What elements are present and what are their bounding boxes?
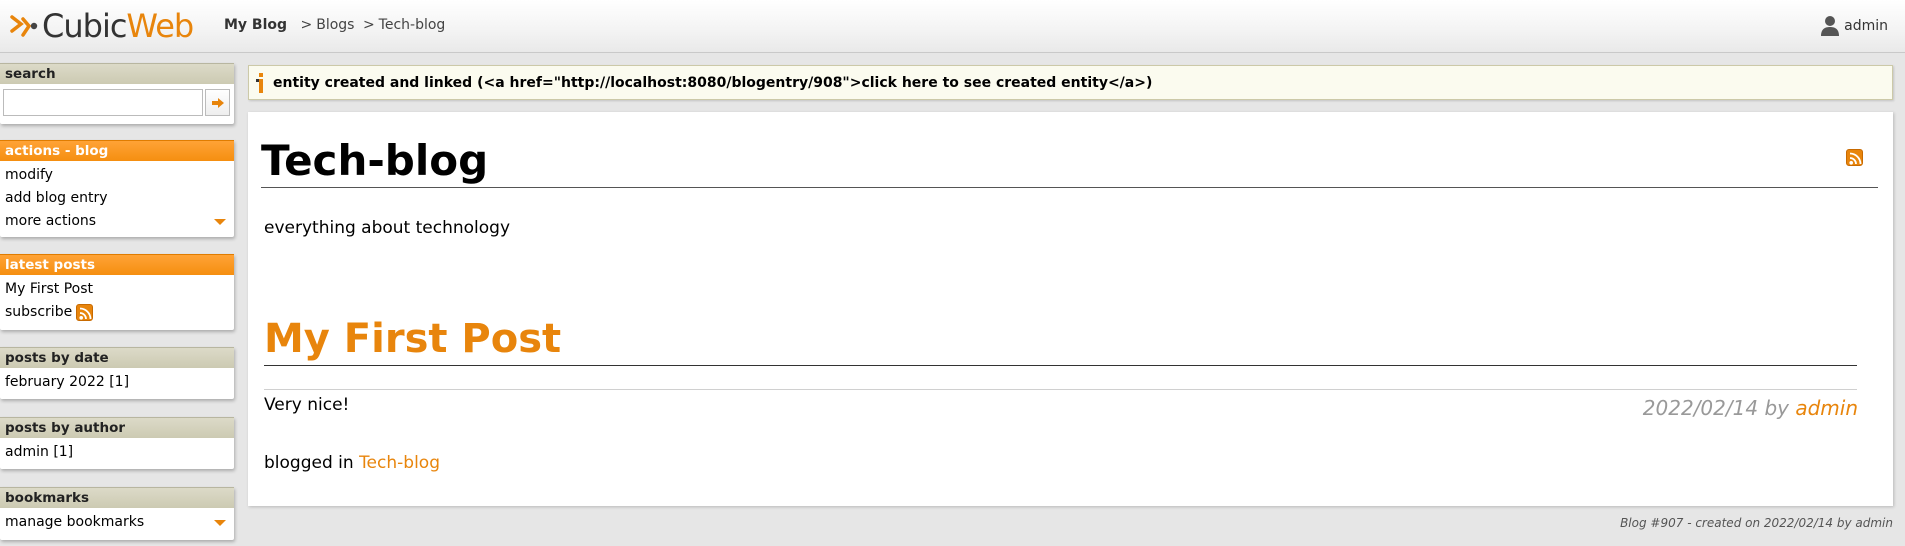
breadcrumb-current: Tech-blog <box>378 17 446 33</box>
latest-post-label: My First Post <box>5 281 94 297</box>
chevron-down-icon <box>214 519 226 526</box>
posts-by-date-box: posts by date february 2022 [1] <box>0 347 234 399</box>
bookmarks-title: bookmarks <box>0 487 234 508</box>
post-title-link[interactable]: My First Post <box>264 312 1857 366</box>
post-divider <box>264 389 1857 390</box>
logo-text: CubicWeb <box>42 7 194 45</box>
posts-by-author-title: posts by author <box>0 417 234 438</box>
info-icon <box>256 72 263 93</box>
blogged-in-label: blogged in <box>264 453 354 473</box>
chevron-down-icon <box>214 218 226 225</box>
footer-metadata: Blog #907 - created on 2022/02/14 by adm… <box>1620 516 1893 530</box>
posts-by-author-item[interactable]: admin [1] <box>5 441 229 464</box>
action-add-blog-entry[interactable]: add blog entry <box>5 187 229 210</box>
latest-post-link[interactable]: My First Post <box>5 278 229 301</box>
breadcrumb: My Blog > Blogs > Tech-blog <box>224 17 445 33</box>
bookmarks-box: bookmarks manage bookmarks <box>0 487 234 540</box>
manage-bookmarks-link[interactable]: manage bookmarks <box>5 511 229 534</box>
breadcrumb-blogs-link[interactable]: Blogs <box>316 17 354 33</box>
blog-description: everything about technology <box>264 218 511 238</box>
subscribe-link[interactable]: subscribe <box>5 301 229 324</box>
posts-by-date-item[interactable]: february 2022 [1] <box>5 371 229 394</box>
action-more-actions-label: more actions <box>5 213 97 229</box>
search-box-title: search <box>0 63 234 84</box>
action-modify-label: modify <box>5 167 53 183</box>
page-title: Tech-blog <box>261 136 1878 188</box>
rss-icon[interactable] <box>76 304 94 321</box>
posts-by-date-label: february 2022 [1] <box>5 374 130 390</box>
user-icon <box>1821 16 1840 36</box>
search-form <box>0 84 234 121</box>
rss-icon[interactable] <box>1846 149 1863 166</box>
cubicweb-logo[interactable]: CubicWeb <box>9 7 194 45</box>
main-content: Tech-blog everything about technology My… <box>248 112 1893 506</box>
latest-posts-box: latest posts My First Post subscribe <box>0 254 234 330</box>
breadcrumb-root-link[interactable]: My Blog <box>224 17 287 33</box>
posts-by-author-box: posts by author admin [1] <box>0 417 234 469</box>
search-button[interactable] <box>205 89 230 116</box>
post-author-link[interactable]: admin <box>1795 396 1858 420</box>
actions-box: actions - blog modify add blog entry mor… <box>0 140 234 237</box>
post-blogged-in: blogged in Tech-blog <box>264 453 440 473</box>
subscribe-label: subscribe <box>5 304 73 320</box>
action-more-actions[interactable]: more actions <box>5 210 229 233</box>
post-meta: 2022/02/14 by admin <box>1643 396 1858 420</box>
action-modify[interactable]: modify <box>5 164 229 187</box>
cubicweb-logo-icon <box>10 15 38 37</box>
user-menu[interactable]: admin <box>1820 15 1888 37</box>
user-name: admin <box>1844 18 1888 34</box>
search-input[interactable] <box>3 89 203 116</box>
info-message-text: entity created and linked (<a href="http… <box>273 74 1153 91</box>
blog-link[interactable]: Tech-blog <box>359 453 440 473</box>
breadcrumb-separator: > <box>362 17 375 33</box>
breadcrumb-separator: > <box>300 17 313 33</box>
info-message: entity created and linked (<a href="http… <box>248 65 1893 100</box>
posts-by-author-label: admin [1] <box>5 444 74 460</box>
posts-by-date-title: posts by date <box>0 347 234 368</box>
actions-box-title: actions - blog <box>0 140 234 161</box>
search-box: search <box>0 63 234 124</box>
manage-bookmarks-label: manage bookmarks <box>5 514 145 530</box>
top-banner: CubicWeb My Blog > Blogs > Tech-blog admin <box>0 0 1905 53</box>
post-date: 2022/02/14 <box>1642 396 1759 420</box>
latest-posts-title: latest posts <box>0 254 234 275</box>
post-body: Very nice! <box>264 395 350 415</box>
search-go-icon <box>211 97 224 108</box>
action-add-blog-entry-label: add blog entry <box>5 190 108 206</box>
post-by: by <box>1764 396 1789 420</box>
